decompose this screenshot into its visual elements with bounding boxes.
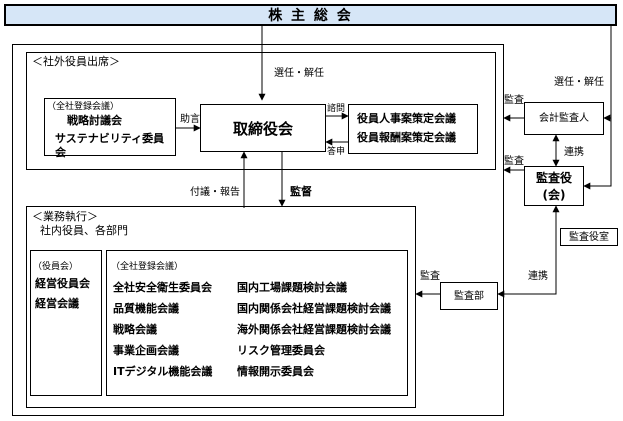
edge-label-appoint-auditors: 選任・解任	[554, 77, 604, 88]
audit-dept-label: 監査部	[454, 290, 484, 302]
audit-board-label: 監査役(会)	[535, 171, 572, 202]
nomination-item: 役員報酬案策定会議	[357, 131, 456, 144]
advisory-header: （全社登録会議）	[47, 102, 120, 112]
meetings-column-right: 国内工場課題検討会議 国内関係会社経営課題検討会議 海外関係会社経営課題検討会議…	[237, 281, 391, 386]
meeting-item: 全社安全衛生委員会	[113, 281, 212, 294]
shareholders-meeting-label: 株 主 総 会	[268, 8, 353, 24]
officers-item: 経営役員会	[35, 277, 90, 290]
meetings-header: （全社登録会議）	[111, 262, 184, 272]
meeting-item: リスク管理委員会	[237, 344, 325, 357]
edge-label-proposal: 付議・報告	[190, 187, 240, 198]
edge-label-report: 答申	[327, 147, 346, 157]
audit-office-box: 監査役室	[560, 228, 618, 246]
meeting-item: 品質機能会議	[113, 302, 179, 315]
meeting-item: 海外関係会社経営課題検討会議	[237, 323, 391, 336]
nomination-box: 役員人事案策定会議 役員報酬案策定会議	[348, 104, 478, 154]
edge-label-supervise: 監督	[290, 185, 312, 198]
board-label: 取締役会	[232, 119, 293, 138]
officers-item: 経営会議	[35, 297, 79, 310]
edge-label-audit-board: 監査	[504, 156, 524, 167]
edge-label-consult: 諮問	[327, 104, 346, 114]
audit-firm-label: 会計監査人	[539, 113, 589, 124]
edge-label-coord-dept: 連携	[528, 271, 548, 282]
meeting-item: 戦略会議	[113, 323, 157, 336]
execution-label: ＜業務執行＞	[32, 210, 98, 223]
nomination-item: 役員人事案策定会議	[357, 112, 456, 125]
edge-label-appoint-board: 選任・解任	[274, 68, 324, 79]
audit-firm-box: 会計監査人	[524, 102, 604, 135]
officers-header: （役員会）	[33, 262, 79, 272]
meeting-item: 情報開示委員会	[237, 365, 314, 378]
audit-dept-box: 監査部	[440, 282, 498, 310]
officers-box: （役員会） 経営役員会 経営会議	[30, 250, 102, 396]
execution-sublabel: 社内役員、各部門	[40, 224, 128, 237]
edge-label-dept-audit: 監査	[420, 271, 440, 282]
advisory-item: サステナビリティ委員会	[55, 132, 165, 159]
audit-board-box: 監査役(会)	[524, 166, 584, 206]
outside-officers-label: ＜社外役員出席＞	[32, 55, 120, 68]
board-box: 取締役会	[200, 104, 326, 152]
meeting-item: ITデジタル機能会議	[113, 365, 213, 378]
audit-office-label: 監査役室	[569, 231, 609, 243]
meetings-column-left: 全社安全衛生委員会 品質機能会議 戦略会議 事業企画会議 ITデジタル機能会議	[113, 281, 212, 386]
edge-label-coord-firm: 連携	[564, 147, 584, 158]
shareholders-meeting-box: 株 主 総 会	[4, 4, 617, 26]
advisory-box: （全社登録会議） 戦略討議会 サステナビリティ委員会	[44, 98, 176, 159]
meetings-box: （全社登録会議） 全社安全衛生委員会 品質機能会議 戦略会議 事業企画会議 IT…	[106, 250, 408, 396]
edge-label-advice: 助言	[180, 114, 200, 125]
meeting-item: 国内工場課題検討会議	[237, 281, 347, 294]
advisory-item: 戦略討議会	[67, 114, 122, 127]
edge-label-audit-firm: 監査	[504, 95, 524, 106]
meeting-item: 事業企画会議	[113, 344, 179, 357]
meeting-item: 国内関係会社経営課題検討会議	[237, 302, 391, 315]
